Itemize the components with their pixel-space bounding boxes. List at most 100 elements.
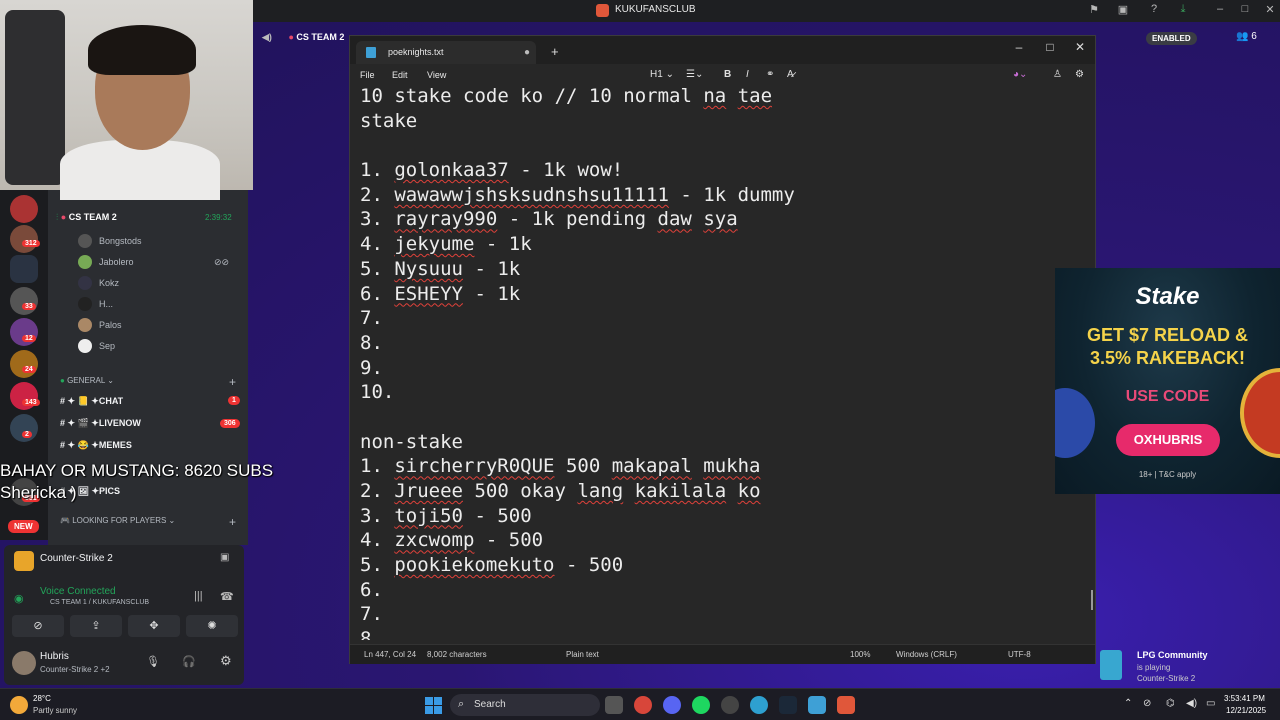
- encoding[interactable]: UTF-8: [1008, 650, 1031, 659]
- voice-member[interactable]: Sep: [99, 341, 115, 351]
- account-icon[interactable]: ♙: [1053, 69, 1062, 80]
- weather-temperature[interactable]: 28°C: [33, 694, 51, 703]
- tab-poeknights[interactable]: poeknights.txt ●: [356, 41, 536, 64]
- char-count: 8,002 characters: [427, 650, 487, 659]
- line-ending[interactable]: Windows (CRLF): [896, 650, 957, 659]
- settings-icon[interactable]: ⚙: [220, 653, 232, 669]
- menu-edit[interactable]: Edit: [392, 70, 408, 80]
- italic-icon[interactable]: I: [746, 69, 749, 80]
- battery-icon[interactable]: ▭: [1206, 698, 1215, 709]
- maximize-icon[interactable]: □: [1237, 3, 1253, 15]
- promo-code-button[interactable]: OXHUBRIS: [1116, 424, 1220, 456]
- tray-chevron-icon[interactable]: ⌃: [1124, 698, 1132, 709]
- category-looking-for-players[interactable]: 🎮 LOOKING FOR PLAYERS ⌄: [60, 516, 175, 525]
- network-icon[interactable]: ⌬: [1166, 698, 1175, 709]
- mic-icon[interactable]: 🎙: [146, 655, 160, 668]
- close-icon[interactable]: ✕: [1072, 40, 1088, 54]
- windows-start-icon[interactable]: [425, 697, 442, 714]
- add-channel-icon[interactable]: +: [229, 515, 236, 529]
- settings-icon[interactable]: ⚙: [1075, 69, 1084, 80]
- format-label[interactable]: Plain text: [566, 650, 599, 659]
- notepad-text-area[interactable]: 10 stake code ko // 10 normal na tae stak…: [360, 84, 1080, 640]
- share-screen-button[interactable]: ⇪: [70, 615, 122, 637]
- tray-app-icon[interactable]: ⊘: [1143, 698, 1151, 709]
- stake-server-icon[interactable]: [10, 255, 38, 283]
- steam-icon[interactable]: [779, 696, 797, 714]
- taskbar-search[interactable]: ⌕ Search: [450, 694, 600, 716]
- spotify-icon[interactable]: [692, 696, 710, 714]
- link-icon[interactable]: ⚭: [766, 69, 774, 80]
- telegram-icon[interactable]: [750, 696, 768, 714]
- text-line: 4. zxcwomp - 500: [360, 529, 544, 552]
- avatar[interactable]: [12, 651, 36, 675]
- server-icon[interactable]: [10, 350, 38, 378]
- menu-file[interactable]: File: [360, 70, 375, 80]
- clear-format-icon[interactable]: A̷: [787, 69, 794, 80]
- heading-dropdown[interactable]: H1 ⌄: [650, 69, 674, 80]
- member-count[interactable]: 👥 6: [1236, 31, 1257, 42]
- voice-wave-icon: ⫶: [56, 212, 59, 222]
- discord-icon[interactable]: [663, 696, 681, 714]
- voice-member[interactable]: Jabolero: [99, 257, 134, 267]
- weather-icon[interactable]: [10, 696, 28, 714]
- minimize-icon[interactable]: –: [1212, 3, 1228, 15]
- zoom-level[interactable]: 100%: [850, 650, 870, 659]
- channel-item[interactable]: # ✦ 😂 ✦MEMES: [60, 440, 132, 451]
- download-icon[interactable]: ⤓: [1175, 3, 1191, 16]
- unread-badge: 1: [228, 396, 240, 405]
- enabled-badge[interactable]: ENABLED: [1146, 32, 1197, 45]
- task-view-icon[interactable]: [605, 696, 623, 714]
- unsaved-dot-icon[interactable]: ●: [524, 47, 530, 58]
- menu-view[interactable]: View: [427, 70, 446, 80]
- screen-share-icon[interactable]: ▣: [220, 552, 229, 563]
- server-icon[interactable]: [10, 225, 38, 253]
- text-line: 5. pookiekomekuto - 500: [360, 554, 624, 577]
- noise-suppression-icon[interactable]: |||: [194, 590, 203, 602]
- clock-time[interactable]: 3:53:41 PM: [1224, 694, 1265, 703]
- activities-button[interactable]: ✥: [128, 615, 180, 637]
- search-label: Search: [474, 699, 506, 710]
- list-icon[interactable]: ☰⌄: [686, 69, 703, 80]
- new-tab-icon[interactable]: +: [551, 44, 559, 59]
- voice-channel[interactable]: ⫶ ● CS TEAM 2: [56, 212, 117, 223]
- channel-item[interactable]: # ✦ 🎬 ✦LIVENOW: [60, 418, 141, 429]
- friend-activity[interactable]: LPG Community is playing Counter-Strike …: [1100, 648, 1280, 688]
- username[interactable]: Hubris: [40, 651, 69, 662]
- close-icon[interactable]: ✕: [1262, 3, 1278, 16]
- disconnect-icon[interactable]: ☎: [220, 590, 234, 603]
- new-badge[interactable]: NEW: [8, 520, 39, 533]
- app-taskbar-icon[interactable]: [837, 696, 855, 714]
- bold-icon[interactable]: B: [724, 69, 731, 80]
- category-general[interactable]: ● GENERAL ⌄: [60, 376, 114, 385]
- voice-location[interactable]: CS TEAM 1 / KUKUFANSCLUB: [50, 599, 149, 606]
- stake-ad[interactable]: Stake GET $7 RELOAD & 3.5% RAKEBACK! USE…: [1055, 268, 1280, 494]
- server-icon[interactable]: [10, 287, 38, 315]
- text-line: [360, 133, 1080, 158]
- server-icon[interactable]: [10, 195, 38, 223]
- channel-item[interactable]: # ✦ 📒 ✦CHAT: [60, 396, 123, 407]
- maximize-icon[interactable]: □: [1042, 40, 1058, 54]
- scrollbar-thumb[interactable]: [1091, 590, 1093, 610]
- headphones-icon[interactable]: 🎧: [182, 655, 196, 668]
- flag-icon[interactable]: ⚑: [1086, 3, 1102, 16]
- clock-date[interactable]: 12/21/2025: [1226, 706, 1266, 715]
- voice-member[interactable]: Palos: [99, 320, 122, 330]
- add-channel-icon[interactable]: +: [229, 375, 236, 389]
- minimize-icon[interactable]: –: [1011, 40, 1027, 54]
- ad-headline-2: 3.5% RAKEBACK!: [1089, 348, 1246, 368]
- hash-icon: #: [60, 396, 66, 406]
- voice-member[interactable]: Kokz: [99, 278, 119, 288]
- voice-member[interactable]: H...: [99, 299, 113, 309]
- obs-icon[interactable]: [721, 696, 739, 714]
- notepad-taskbar-icon[interactable]: [808, 696, 826, 714]
- inbox-icon[interactable]: ▣: [1115, 3, 1131, 16]
- camera-off-button[interactable]: ⊘: [12, 615, 64, 637]
- volume-icon[interactable]: ◀): [1186, 698, 1197, 709]
- soundboard-button[interactable]: ✺: [186, 615, 238, 637]
- copilot-icon[interactable]: ◕⌄: [1013, 69, 1027, 80]
- help-icon[interactable]: ?: [1146, 3, 1162, 15]
- weather-description[interactable]: Partly sunny: [33, 706, 77, 715]
- voice-status[interactable]: Voice Connected: [40, 586, 116, 597]
- voice-member[interactable]: Bongstods: [99, 236, 142, 246]
- chrome-icon[interactable]: [634, 696, 652, 714]
